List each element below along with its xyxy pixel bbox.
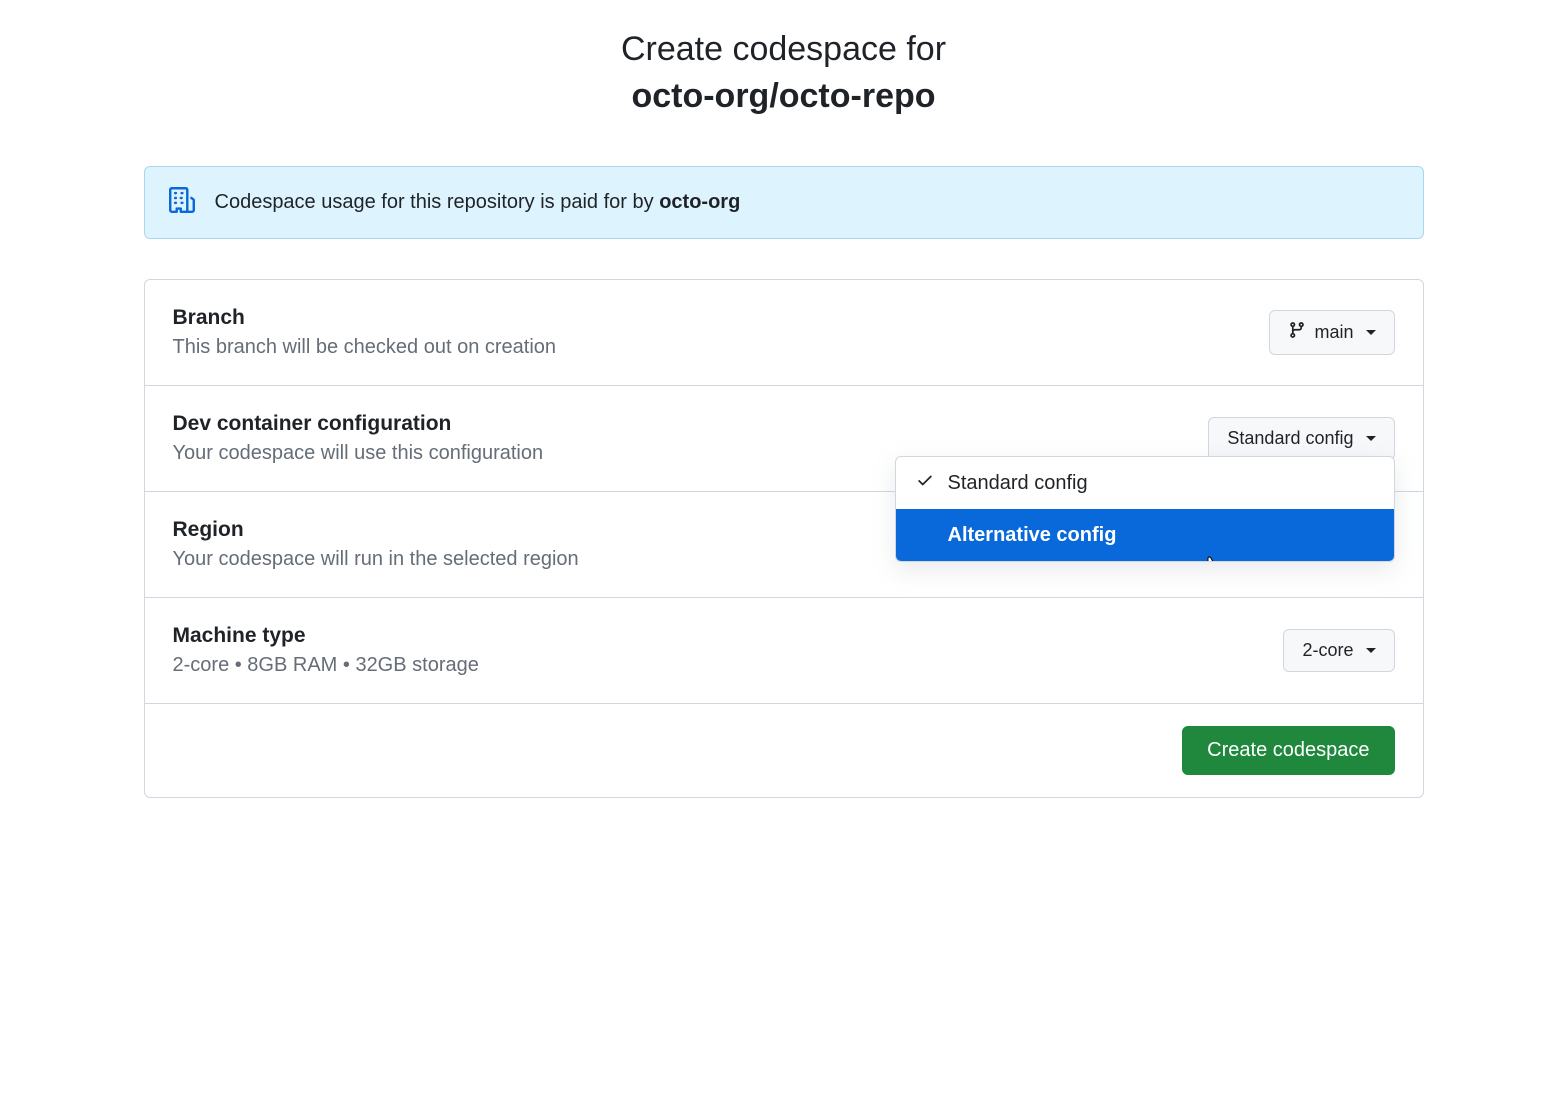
branch-title: Branch — [173, 306, 1270, 330]
branch-select-button[interactable]: main — [1269, 310, 1394, 355]
notice-text: Codespace usage for this repository is p… — [215, 191, 741, 214]
devcontainer-value: Standard config — [1227, 428, 1353, 449]
chevron-down-icon — [1366, 648, 1376, 653]
machine-desc: 2-core • 8GB RAM • 32GB storage — [173, 654, 1284, 677]
devcontainer-row: Dev container configuration Your codespa… — [145, 386, 1423, 492]
page-header: Create codespace for octo-org/octo-repo — [144, 20, 1424, 116]
branch-value: main — [1314, 322, 1353, 343]
dropdown-item-standard[interactable]: Standard config — [896, 457, 1394, 509]
machine-row: Machine type 2-core • 8GB RAM • 32GB sto… — [145, 598, 1423, 704]
machine-title: Machine type — [173, 624, 1284, 648]
machine-select-button[interactable]: 2-core — [1283, 629, 1394, 672]
page-title: Create codespace for — [144, 30, 1424, 69]
branch-desc: This branch will be checked out on creat… — [173, 336, 1270, 359]
repo-name: octo-org/octo-repo — [144, 77, 1424, 116]
billing-notice: Codespace usage for this repository is p… — [144, 166, 1424, 239]
check-icon — [916, 471, 936, 495]
organization-icon — [169, 187, 195, 218]
chevron-down-icon — [1366, 436, 1376, 441]
settings-panel: Branch This branch will be checked out o… — [144, 279, 1424, 798]
devcontainer-select-button[interactable]: Standard config — [1208, 417, 1394, 460]
machine-value: 2-core — [1302, 640, 1353, 661]
devcontainer-title: Dev container configuration — [173, 412, 1209, 436]
devcontainer-dropdown-menu: Standard config Alternative config — [895, 456, 1395, 562]
branch-row: Branch This branch will be checked out o… — [145, 280, 1423, 386]
dropdown-item-label: Alternative config — [948, 524, 1117, 547]
footer-row: Create codespace — [145, 704, 1423, 797]
git-branch-icon — [1288, 321, 1306, 344]
chevron-down-icon — [1366, 330, 1376, 335]
create-codespace-button[interactable]: Create codespace — [1182, 726, 1394, 775]
dropdown-item-alternative[interactable]: Alternative config — [896, 509, 1394, 561]
dropdown-item-label: Standard config — [948, 472, 1088, 495]
